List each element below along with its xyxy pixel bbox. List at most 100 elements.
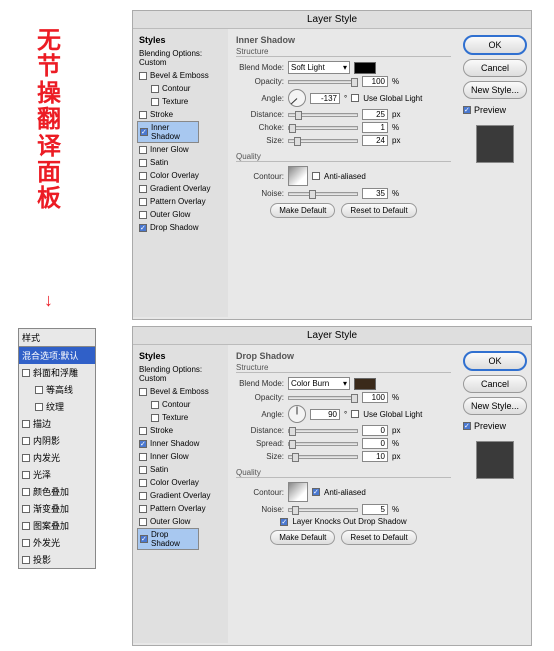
angle-input[interactable]: 90 [310,409,340,420]
checkbox-icon[interactable] [151,85,159,93]
checkbox-icon[interactable] [139,72,147,80]
checkbox-icon[interactable] [139,388,147,396]
checkbox-icon[interactable] [140,535,148,543]
checkbox-icon[interactable] [22,437,30,445]
zh-item-inner-shadow[interactable]: 内阴影 [19,432,95,449]
checkbox-icon[interactable] [140,128,148,136]
cancel-button[interactable]: Cancel [463,375,527,393]
color-swatch[interactable] [354,378,376,390]
checkbox-icon[interactable] [22,522,30,530]
checkbox-icon[interactable] [139,185,147,193]
opacity-input[interactable]: 100 [362,392,388,403]
checkbox-icon[interactable] [139,466,147,474]
style-outer-glow[interactable]: Outer Glow [137,208,224,221]
style-color-overlay[interactable]: Color Overlay [137,169,224,182]
style-inner-shadow[interactable]: Inner Shadow [137,437,224,450]
make-default-button[interactable]: Make Default [270,203,335,218]
preview-checkbox[interactable] [463,106,471,114]
checkbox-icon[interactable] [151,414,159,422]
checkbox-icon[interactable] [35,403,43,411]
noise-slider[interactable] [288,508,358,512]
style-bevel[interactable]: Bevel & Emboss [137,69,224,82]
checkbox-icon[interactable] [22,505,30,513]
checkbox-icon[interactable] [22,488,30,496]
use-global-checkbox[interactable] [351,410,359,418]
style-bevel[interactable]: Bevel & Emboss [137,385,224,398]
antialiased-checkbox[interactable] [312,488,320,496]
zh-item-color-overlay[interactable]: 颜色叠加 [19,483,95,500]
style-stroke[interactable]: Stroke [137,424,224,437]
style-satin[interactable]: Satin [137,156,224,169]
checkbox-icon[interactable] [139,453,147,461]
style-gradient-overlay[interactable]: Gradient Overlay [137,182,224,195]
style-contour[interactable]: Contour [137,82,224,95]
blending-options[interactable]: Blending Options: Custom [137,363,224,385]
angle-dial[interactable] [288,89,306,107]
checkbox-icon[interactable] [22,539,30,547]
contour-picker[interactable] [288,482,308,502]
checkbox-icon[interactable] [139,159,147,167]
opacity-slider[interactable] [288,80,358,84]
new-style-button[interactable]: New Style... [463,397,527,415]
checkbox-icon[interactable] [139,172,147,180]
make-default-button[interactable]: Make Default [270,530,335,545]
checkbox-icon[interactable] [139,518,147,526]
style-inner-shadow[interactable]: Inner Shadow [137,121,199,143]
blending-options[interactable]: Blending Options: Custom [137,47,224,69]
opacity-slider[interactable] [288,396,358,400]
checkbox-icon[interactable] [151,401,159,409]
size-slider[interactable] [288,455,358,459]
checkbox-icon[interactable] [151,98,159,106]
distance-input[interactable]: 0 [362,425,388,436]
noise-input[interactable]: 5 [362,504,388,515]
checkbox-icon[interactable] [139,479,147,487]
style-inner-glow[interactable]: Inner Glow [137,143,224,156]
size-input[interactable]: 24 [362,135,388,146]
choke-slider[interactable] [288,126,358,130]
style-pattern-overlay[interactable]: Pattern Overlay [137,195,224,208]
checkbox-icon[interactable] [139,111,147,119]
size-slider[interactable] [288,139,358,143]
blend-mode-select[interactable]: Color Burn▾ [288,377,350,390]
checkbox-icon[interactable] [139,146,147,154]
checkbox-icon[interactable] [139,211,147,219]
checkbox-icon[interactable] [139,427,147,435]
style-drop-shadow[interactable]: Drop Shadow [137,528,199,550]
checkbox-icon[interactable] [22,556,30,564]
blend-mode-select[interactable]: Soft Light▾ [288,61,350,74]
ok-button[interactable]: OK [463,35,527,55]
new-style-button[interactable]: New Style... [463,81,527,99]
checkbox-icon[interactable] [22,420,30,428]
checkbox-icon[interactable] [22,471,30,479]
zh-item-contour[interactable]: 等高线 [19,381,95,398]
style-pattern-overlay[interactable]: Pattern Overlay [137,502,224,515]
checkbox-icon[interactable] [22,369,30,377]
antialiased-checkbox[interactable] [312,172,320,180]
zh-item-pattern-overlay[interactable]: 图案叠加 [19,517,95,534]
distance-input[interactable]: 25 [362,109,388,120]
zh-item-stroke[interactable]: 描边 [19,415,95,432]
checkbox-icon[interactable] [139,198,147,206]
spread-slider[interactable] [288,442,358,446]
zh-item-drop-shadow[interactable]: 投影 [19,551,95,568]
zh-item-gradient-overlay[interactable]: 渐变叠加 [19,500,95,517]
noise-input[interactable]: 35 [362,188,388,199]
style-gradient-overlay[interactable]: Gradient Overlay [137,489,224,502]
style-satin[interactable]: Satin [137,463,224,476]
checkbox-icon[interactable] [22,454,30,462]
zh-item-texture[interactable]: 纹理 [19,398,95,415]
checkbox-icon[interactable] [139,492,147,500]
style-contour[interactable]: Contour [137,398,224,411]
angle-dial[interactable] [288,405,306,423]
checkbox-icon[interactable] [35,386,43,394]
angle-input[interactable]: -137 [310,93,340,104]
distance-slider[interactable] [288,429,358,433]
checkbox-icon[interactable] [139,505,147,513]
style-color-overlay[interactable]: Color Overlay [137,476,224,489]
checkbox-icon[interactable] [139,440,147,448]
noise-slider[interactable] [288,192,358,196]
ok-button[interactable]: OK [463,351,527,371]
style-drop-shadow[interactable]: Drop Shadow [137,221,224,234]
style-texture[interactable]: Texture [137,411,224,424]
spread-input[interactable]: 0 [362,438,388,449]
